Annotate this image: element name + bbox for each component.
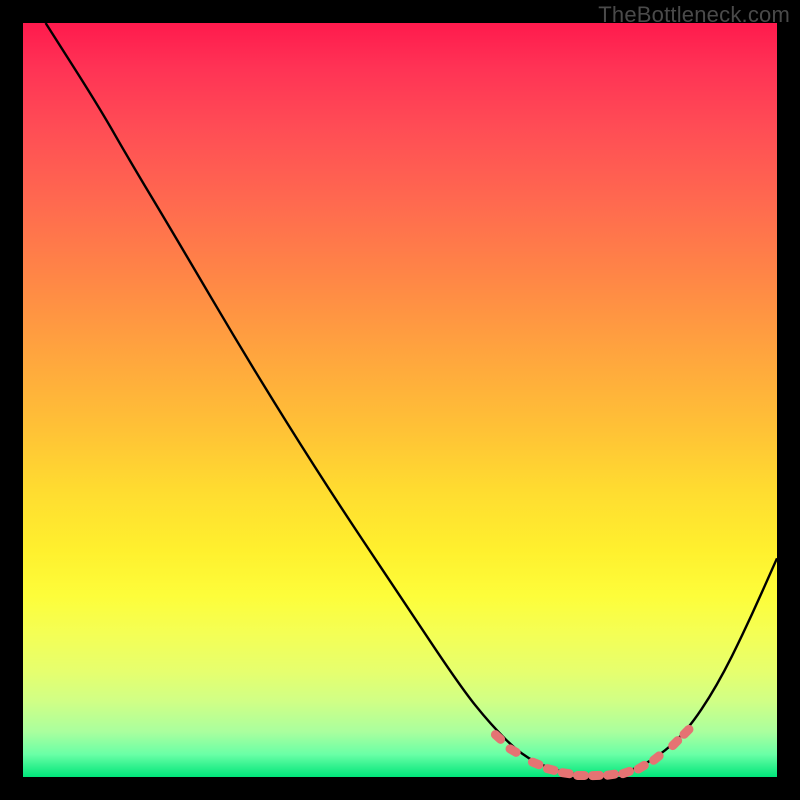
chart-frame: TheBottleneck.com — [0, 0, 800, 800]
watermark-text: TheBottleneck.com — [598, 2, 790, 28]
gradient-plot-area — [23, 23, 777, 777]
